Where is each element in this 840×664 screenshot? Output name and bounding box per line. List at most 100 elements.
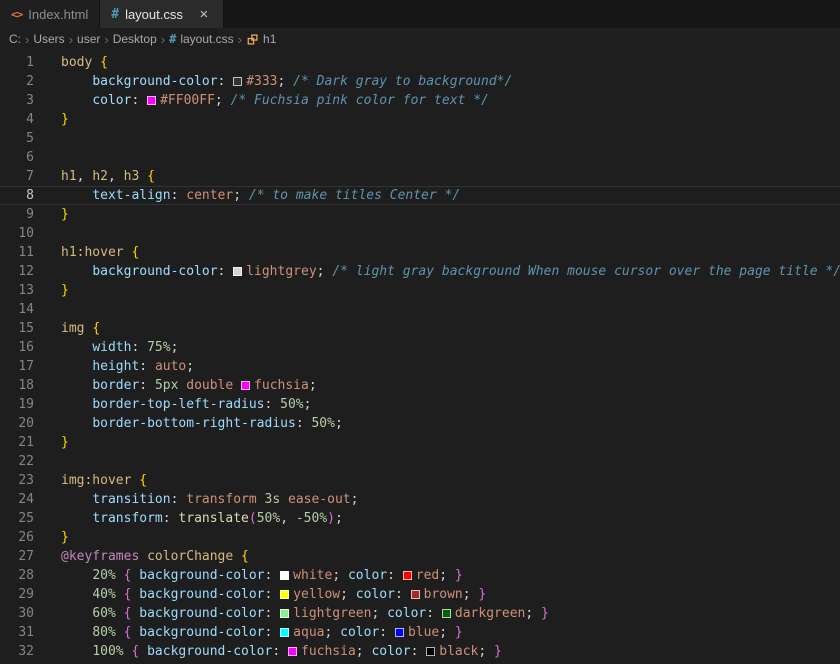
line-number[interactable]: 11 <box>0 243 48 262</box>
line-number[interactable]: 12 <box>0 262 48 281</box>
code-line[interactable]: 2 background-color: #333; /* Dark gray t… <box>0 72 840 91</box>
line-number[interactable]: 19 <box>0 395 48 414</box>
color-swatch[interactable] <box>233 77 243 86</box>
color-swatch[interactable] <box>402 571 412 580</box>
code-line[interactable]: 21} <box>0 433 840 452</box>
code-line[interactable]: 12 background-color: lightgrey; /* light… <box>0 262 840 281</box>
code-line[interactable]: 18 border: 5px double fuchsia; <box>0 376 840 395</box>
line-number[interactable]: 1 <box>0 53 48 72</box>
code-token: ease-out <box>288 492 351 507</box>
code-token: white <box>293 568 333 583</box>
color-swatch[interactable] <box>280 609 290 618</box>
code-line[interactable]: 13} <box>0 281 840 300</box>
code-line-content: body { <box>48 53 108 72</box>
line-number[interactable]: 15 <box>0 319 48 338</box>
color-swatch[interactable] <box>280 628 290 637</box>
line-number[interactable]: 32 <box>0 642 48 661</box>
code-line-content <box>48 129 61 148</box>
code-line[interactable]: 1 body { <box>0 53 840 72</box>
line-number[interactable]: 3 <box>0 91 48 110</box>
line-number[interactable]: 23 <box>0 471 48 490</box>
line-number[interactable]: 17 <box>0 357 48 376</box>
tab-layout.css[interactable]: # layout.css × <box>100 0 224 28</box>
color-swatch[interactable] <box>426 647 436 656</box>
code-line[interactable]: 25 transform: translate(50%, -50%); <box>0 509 840 528</box>
color-swatch[interactable] <box>280 571 290 580</box>
code-line[interactable]: 30 60% { background-color: lightgreen; c… <box>0 604 840 623</box>
breadcrumb-item-C[interactable]: C: <box>9 32 21 46</box>
line-number[interactable]: 5 <box>0 129 48 148</box>
tab-Index.html[interactable]: <> Index.html <box>0 0 101 28</box>
breadcrumb-item-layoutcss[interactable]: # layout.css <box>169 32 234 46</box>
line-number[interactable]: 29 <box>0 585 48 604</box>
breadcrumb-item-h1[interactable]: h1 <box>246 32 276 46</box>
code-line[interactable]: 6 <box>0 148 840 167</box>
line-number[interactable]: 14 <box>0 300 48 319</box>
line-number[interactable]: 26 <box>0 528 48 547</box>
line-number[interactable]: 16 <box>0 338 48 357</box>
code-line[interactable]: 17 height: auto; <box>0 357 840 376</box>
line-number[interactable]: 13 <box>0 281 48 300</box>
color-swatch[interactable] <box>394 628 404 637</box>
line-number[interactable]: 22 <box>0 452 48 471</box>
code-token: ; <box>355 644 372 659</box>
code-line[interactable]: 24 transition: transform 3s ease-out; <box>0 490 840 509</box>
line-number[interactable]: 2 <box>0 72 48 91</box>
line-number[interactable]: 25 <box>0 509 48 528</box>
color-swatch[interactable] <box>233 267 243 276</box>
code-line[interactable]: 27 @keyframes colorChange { <box>0 547 840 566</box>
code-line[interactable]: 23 img:hover { <box>0 471 840 490</box>
color-swatch[interactable] <box>441 609 451 618</box>
code-line[interactable]: 32 100% { background-color: fuchsia; col… <box>0 642 840 661</box>
line-number[interactable]: 30 <box>0 604 48 623</box>
line-number[interactable]: 6 <box>0 148 48 167</box>
color-swatch[interactable] <box>410 590 420 599</box>
code-line[interactable]: 4} <box>0 110 840 129</box>
line-number[interactable]: 4 <box>0 110 48 129</box>
line-number[interactable]: 24 <box>0 490 48 509</box>
line-number[interactable]: 31 <box>0 623 48 642</box>
code-token: 5px <box>154 378 179 393</box>
code-token: : <box>264 606 281 621</box>
code-line[interactable]: 16 width: 75%; <box>0 338 840 357</box>
color-swatch[interactable] <box>288 647 297 656</box>
code-line[interactable]: 28 20% { background-color: white; color:… <box>0 566 840 585</box>
code-line[interactable]: 15 img { <box>0 319 840 338</box>
code-line[interactable]: 29 40% { background-color: yellow; color… <box>0 585 840 604</box>
line-number[interactable]: 8 <box>0 186 48 205</box>
code-line[interactable]: 5 <box>0 129 840 148</box>
line-number[interactable]: 10 <box>0 224 48 243</box>
line-number[interactable]: 9 <box>0 205 48 224</box>
breadcrumb-item-user[interactable]: user <box>77 32 100 46</box>
code-line[interactable]: 20 border-bottom-right-radius: 50%; <box>0 414 840 433</box>
tab-bar: <> Index.html # layout.css × <box>0 0 840 28</box>
line-number[interactable]: 7 <box>0 167 48 186</box>
breadcrumb-item-Users[interactable]: Users <box>33 32 64 46</box>
code-line[interactable]: 10 <box>0 224 840 243</box>
color-swatch[interactable] <box>280 590 290 599</box>
code-editor[interactable]: 1 body {2 background-color: #333; /* Dark… <box>0 50 840 664</box>
color-swatch[interactable] <box>241 381 251 390</box>
line-number[interactable]: 27 <box>0 547 48 566</box>
code-line[interactable]: 8 text-align: center; /* to make titles … <box>0 186 840 205</box>
line-number[interactable]: 20 <box>0 414 48 433</box>
code-line[interactable]: 26} <box>0 528 840 547</box>
color-swatch[interactable] <box>147 96 157 105</box>
close-tab-icon[interactable]: × <box>196 6 212 23</box>
line-number[interactable]: 28 <box>0 566 48 585</box>
line-number[interactable]: 21 <box>0 433 48 452</box>
code-line[interactable]: 31 80% { background-color: aqua; color: … <box>0 623 840 642</box>
code-line[interactable]: 7 h1, h2, h3 { <box>0 167 840 186</box>
line-number[interactable]: 18 <box>0 376 48 395</box>
code-line[interactable]: 3 color: #FF00FF; /* Fuchsia pink color … <box>0 91 840 110</box>
code-line[interactable]: 9} <box>0 205 840 224</box>
code-line[interactable]: 19 border-top-left-radius: 50%; <box>0 395 840 414</box>
code-line[interactable]: 14 <box>0 300 840 319</box>
chevron-right-icon: › <box>160 31 166 47</box>
code-line[interactable]: 11 h1:hover { <box>0 243 840 262</box>
code-line[interactable]: 22 <box>0 452 840 471</box>
code-token: ; <box>170 340 179 355</box>
breadcrumb-item-Desktop[interactable]: Desktop <box>113 32 157 46</box>
